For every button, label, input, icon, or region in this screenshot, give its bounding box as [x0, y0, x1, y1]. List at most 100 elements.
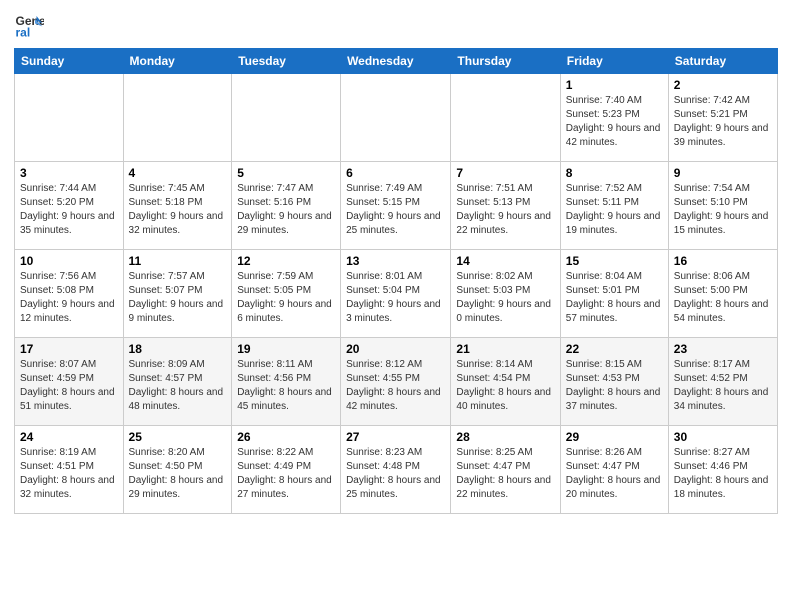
day-info: Sunrise: 8:14 AM Sunset: 4:54 PM Dayligh…: [456, 358, 554, 414]
day-number: 15: [566, 254, 663, 268]
calendar-header-thursday: Thursday: [451, 49, 560, 74]
calendar-header-monday: Monday: [123, 49, 232, 74]
day-info: Sunrise: 8:17 AM Sunset: 4:52 PM Dayligh…: [674, 358, 772, 414]
calendar-cell: 29 Sunrise: 8:26 AM Sunset: 4:47 PM Dayli…: [560, 426, 668, 514]
day-number: 17: [20, 342, 118, 356]
day-info: Sunrise: 7:56 AM Sunset: 5:08 PM Dayligh…: [20, 270, 118, 326]
calendar-cell: 27 Sunrise: 8:23 AM Sunset: 4:48 PM Dayli…: [341, 426, 451, 514]
day-info: Sunrise: 8:22 AM Sunset: 4:49 PM Dayligh…: [237, 446, 335, 502]
calendar-cell: 23 Sunrise: 8:17 AM Sunset: 4:52 PM Dayli…: [668, 338, 777, 426]
calendar-cell: 30 Sunrise: 8:27 AM Sunset: 4:46 PM Dayli…: [668, 426, 777, 514]
day-number: 19: [237, 342, 335, 356]
calendar-cell: 2 Sunrise: 7:42 AM Sunset: 5:21 PM Daylig…: [668, 74, 777, 162]
logo-icon: Gene ral: [14, 10, 44, 40]
day-info: Sunrise: 8:04 AM Sunset: 5:01 PM Dayligh…: [566, 270, 663, 326]
calendar-cell: 12Sunrise: 7:59 AM Sunset: 5:05 PM Dayli…: [232, 250, 341, 338]
day-number: 28: [456, 430, 554, 444]
day-number: 8: [566, 166, 663, 180]
day-info: Sunrise: 7:44 AM Sunset: 5:20 PM Dayligh…: [20, 182, 118, 238]
day-number: 7: [456, 166, 554, 180]
calendar-cell: 9Sunrise: 7:54 AM Sunset: 5:10 PM Daylig…: [668, 162, 777, 250]
calendar-cell: 16 Sunrise: 8:06 AM Sunset: 5:00 PM Dayli…: [668, 250, 777, 338]
calendar-cell: 4Sunrise: 7:45 AM Sunset: 5:18 PM Daylig…: [123, 162, 232, 250]
calendar-cell: 5Sunrise: 7:47 AM Sunset: 5:16 PM Daylig…: [232, 162, 341, 250]
day-number: 14: [456, 254, 554, 268]
day-number: 11: [129, 254, 227, 268]
calendar-cell: 21 Sunrise: 8:14 AM Sunset: 4:54 PM Dayli…: [451, 338, 560, 426]
day-number: 23: [674, 342, 772, 356]
logo: Gene ral: [14, 10, 48, 40]
day-number: 4: [129, 166, 227, 180]
day-info: Sunrise: 7:52 AM Sunset: 5:11 PM Dayligh…: [566, 182, 663, 238]
calendar-cell: [15, 74, 124, 162]
calendar-cell: 19 Sunrise: 8:11 AM Sunset: 4:56 PM Dayli…: [232, 338, 341, 426]
calendar-cell: 13 Sunrise: 8:01 AM Sunset: 5:04 PM Dayli…: [341, 250, 451, 338]
calendar-cell: [123, 74, 232, 162]
day-info: Sunrise: 8:20 AM Sunset: 4:50 PM Dayligh…: [129, 446, 227, 502]
calendar: SundayMondayTuesdayWednesdayThursdayFrid…: [14, 48, 778, 514]
day-info: Sunrise: 8:01 AM Sunset: 5:04 PM Dayligh…: [346, 270, 445, 326]
calendar-cell: 1Sunrise: 7:40 AM Sunset: 5:23 PM Daylig…: [560, 74, 668, 162]
calendar-cell: 7 Sunrise: 7:51 AM Sunset: 5:13 PM Daylig…: [451, 162, 560, 250]
day-info: Sunrise: 8:06 AM Sunset: 5:00 PM Dayligh…: [674, 270, 772, 326]
day-info: Sunrise: 8:12 AM Sunset: 4:55 PM Dayligh…: [346, 358, 445, 414]
day-number: 2: [674, 78, 772, 92]
day-number: 21: [456, 342, 554, 356]
calendar-cell: 11 Sunrise: 7:57 AM Sunset: 5:07 PM Dayli…: [123, 250, 232, 338]
day-info: Sunrise: 8:02 AM Sunset: 5:03 PM Dayligh…: [456, 270, 554, 326]
day-info: Sunrise: 8:19 AM Sunset: 4:51 PM Dayligh…: [20, 446, 118, 502]
calendar-cell: [232, 74, 341, 162]
day-number: 25: [129, 430, 227, 444]
calendar-cell: 25 Sunrise: 8:20 AM Sunset: 4:50 PM Dayli…: [123, 426, 232, 514]
calendar-cell: 28 Sunrise: 8:25 AM Sunset: 4:47 PM Dayli…: [451, 426, 560, 514]
day-number: 3: [20, 166, 118, 180]
svg-text:ral: ral: [16, 25, 31, 39]
day-info: Sunrise: 8:09 AM Sunset: 4:57 PM Dayligh…: [129, 358, 227, 414]
calendar-header-sunday: Sunday: [15, 49, 124, 74]
header: Gene ral: [14, 10, 778, 40]
day-info: Sunrise: 7:42 AM Sunset: 5:21 PM Dayligh…: [674, 94, 772, 150]
calendar-header-wednesday: Wednesday: [341, 49, 451, 74]
day-info: Sunrise: 8:25 AM Sunset: 4:47 PM Dayligh…: [456, 446, 554, 502]
calendar-cell: [341, 74, 451, 162]
calendar-week-row: 1Sunrise: 7:40 AM Sunset: 5:23 PM Daylig…: [15, 74, 778, 162]
day-number: 1: [566, 78, 663, 92]
day-number: 29: [566, 430, 663, 444]
day-info: Sunrise: 8:23 AM Sunset: 4:48 PM Dayligh…: [346, 446, 445, 502]
day-info: Sunrise: 8:26 AM Sunset: 4:47 PM Dayligh…: [566, 446, 663, 502]
calendar-header-tuesday: Tuesday: [232, 49, 341, 74]
calendar-cell: 14 Sunrise: 8:02 AM Sunset: 5:03 PM Dayli…: [451, 250, 560, 338]
day-number: 20: [346, 342, 445, 356]
calendar-week-row: 3 Sunrise: 7:44 AM Sunset: 5:20 PM Daylig…: [15, 162, 778, 250]
calendar-cell: 8 Sunrise: 7:52 AM Sunset: 5:11 PM Daylig…: [560, 162, 668, 250]
day-number: 22: [566, 342, 663, 356]
day-info: Sunrise: 8:07 AM Sunset: 4:59 PM Dayligh…: [20, 358, 118, 414]
day-number: 12: [237, 254, 335, 268]
calendar-cell: 6 Sunrise: 7:49 AM Sunset: 5:15 PM Daylig…: [341, 162, 451, 250]
calendar-cell: 20 Sunrise: 8:12 AM Sunset: 4:55 PM Dayli…: [341, 338, 451, 426]
calendar-cell: 24 Sunrise: 8:19 AM Sunset: 4:51 PM Dayli…: [15, 426, 124, 514]
day-info: Sunrise: 7:57 AM Sunset: 5:07 PM Dayligh…: [129, 270, 227, 326]
day-number: 9: [674, 166, 772, 180]
day-number: 6: [346, 166, 445, 180]
calendar-header-friday: Friday: [560, 49, 668, 74]
day-number: 18: [129, 342, 227, 356]
calendar-cell: 15 Sunrise: 8:04 AM Sunset: 5:01 PM Dayli…: [560, 250, 668, 338]
day-number: 27: [346, 430, 445, 444]
day-number: 10: [20, 254, 118, 268]
day-number: 30: [674, 430, 772, 444]
calendar-cell: 18 Sunrise: 8:09 AM Sunset: 4:57 PM Dayli…: [123, 338, 232, 426]
day-info: Sunrise: 8:27 AM Sunset: 4:46 PM Dayligh…: [674, 446, 772, 502]
day-number: 24: [20, 430, 118, 444]
calendar-cell: 10 Sunrise: 7:56 AM Sunset: 5:08 PM Dayli…: [15, 250, 124, 338]
calendar-cell: 22Sunrise: 8:15 AM Sunset: 4:53 PM Dayli…: [560, 338, 668, 426]
calendar-cell: 3 Sunrise: 7:44 AM Sunset: 5:20 PM Daylig…: [15, 162, 124, 250]
day-number: 13: [346, 254, 445, 268]
day-info: Sunrise: 7:49 AM Sunset: 5:15 PM Dayligh…: [346, 182, 445, 238]
calendar-week-row: 17 Sunrise: 8:07 AM Sunset: 4:59 PM Dayli…: [15, 338, 778, 426]
calendar-cell: 17 Sunrise: 8:07 AM Sunset: 4:59 PM Dayli…: [15, 338, 124, 426]
day-info: Sunrise: 8:11 AM Sunset: 4:56 PM Dayligh…: [237, 358, 335, 414]
day-number: 16: [674, 254, 772, 268]
calendar-header-saturday: Saturday: [668, 49, 777, 74]
day-info: Sunrise: 7:51 AM Sunset: 5:13 PM Dayligh…: [456, 182, 554, 238]
